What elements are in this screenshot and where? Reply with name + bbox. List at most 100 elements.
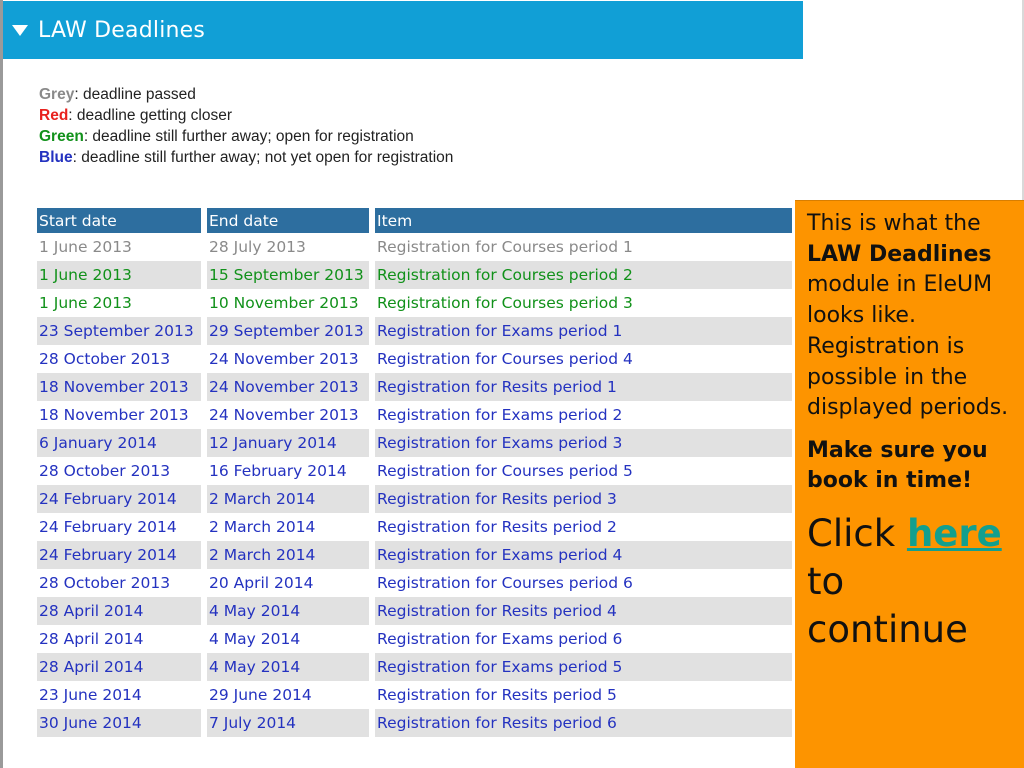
table-row: 23 June 2014 29 June 2014 Registration for… [37,681,792,709]
table-row: 28 April 2014 4 May 2014 Registration for … [37,653,792,681]
cell-end-date: 16 February 2014 [207,457,375,485]
cell-start-date: 1 June 2013 [37,233,207,261]
continue-link[interactable]: here [907,512,1002,555]
table-row: 28 October 2013 16 February 2014 Registrat… [37,457,792,485]
cell-start-date: 23 September 2013 [37,317,207,345]
cell-end-date: 4 May 2014 [207,653,375,681]
cell-item: Registration for Exams period 1 [375,317,792,345]
cell-item: Registration for Exams period 6 [377,630,623,648]
column-header-start-date: Start date [37,208,207,233]
cell-end-date: 10 November 2013 [207,289,375,317]
callout-cta-text: Click [807,511,907,555]
cell-item: Registration for Courses period 2 [375,261,792,289]
cell-item: Registration for Exams period 4 [375,541,792,569]
cell-item: Registration for Resits period 4 [375,597,792,625]
cell-end-date: 7 July 2014 [207,709,375,737]
table-row: 24 February 2014 2 March 2014 Registration… [37,513,792,541]
table-header-row: Start date End date Item [37,208,792,233]
cell-item: Registration for Exams period 3 [375,429,792,457]
cell-item: Registration for Resits period 1 [375,373,792,401]
table-row: 24 February 2014 2 March 2014 Registration… [37,485,792,513]
column-header-item: Item [375,208,792,233]
table-row: 28 April 2014 4 May 2014 Registration for … [37,625,792,653]
module-title[interactable]: LAW Deadlines [38,18,205,43]
legend-label: Red [39,107,69,124]
cell-end-date: 12 January 2014 [207,429,375,457]
legend-item-grey: Grey: deadline passed [39,84,453,105]
cell-end-date: 24 November 2013 [207,345,375,373]
cell-start-date: 24 February 2014 [37,513,207,541]
status-legend: Grey: deadline passed Red: deadline gett… [39,84,453,168]
module-header[interactable]: LAW Deadlines [3,1,803,59]
cell-start-date: 28 October 2013 [37,345,207,373]
cell-start-date: 24 February 2014 [37,485,207,513]
table-row: 30 June 2014 7 July 2014 Registration for … [37,709,792,737]
legend-desc: : deadline getting closer [68,107,233,124]
cell-item: Registration for Exams period 2 [377,406,623,424]
legend-label: Grey [39,86,75,103]
table-row: 28 October 2013 20 April 2014 Registration… [37,569,792,597]
cell-end-date: 29 June 2014 [207,681,375,709]
legend-desc: : deadline still further away; open for … [83,128,414,145]
cell-item: Registration for Courses period 1 [377,238,633,256]
cell-item: Registration for Courses period 4 [377,350,633,368]
cell-start-date: 18 November 2013 [37,401,207,429]
cell-start-date: 28 April 2014 [37,625,207,653]
legend-desc: : deadline still further away; not yet o… [72,149,454,166]
deadlines-table: Start date End date Item 1 June 2013 28 J… [37,208,792,737]
cell-item: Registration for Courses period 3 [377,294,633,312]
cell-item: Registration for Exams period 5 [375,653,792,681]
cell-end-date: 20 April 2014 [207,569,375,597]
legend-item-red: Red: deadline getting closer [39,105,453,126]
cell-item: Registration for Resits period 3 [375,485,792,513]
cell-start-date: 30 June 2014 [37,709,207,737]
cell-start-date: 23 June 2014 [37,681,207,709]
callout-description: This is what the LAW Deadlines module in… [807,209,1014,424]
cell-end-date: 4 May 2014 [207,597,375,625]
cell-start-date: 24 February 2014 [37,541,207,569]
table-row: 28 October 2013 24 November 2013 Registrat… [37,345,792,373]
callout-text: This is what the [807,211,981,236]
cell-start-date: 1 June 2013 [37,261,207,289]
callout-text: module in EleUM looks like. Registration… [807,272,1009,421]
legend-item-blue: Blue: deadline still further away; not y… [39,147,453,168]
table-row: 28 April 2014 4 May 2014 Registration for … [37,597,792,625]
collapse-triangle-icon[interactable] [12,25,28,37]
cell-start-date: 18 November 2013 [37,373,207,401]
cell-item: Registration for Courses period 6 [377,574,633,592]
legend-label: Blue [39,149,73,166]
table-row: 24 February 2014 2 March 2014 Registration… [37,541,792,569]
table-row: 1 June 2013 15 September 2013 Registration… [37,261,792,289]
table-row: 1 June 2013 10 November 2013 Registration … [37,289,792,317]
callout-cta-text: to continue [807,559,968,651]
info-callout: This is what the LAW Deadlines module in… [795,200,1024,768]
cell-item: Registration for Courses period 5 [377,462,633,480]
cell-end-date: 2 March 2014 [207,513,375,541]
table-row: 23 September 2013 29 September 2013 Regist… [37,317,792,345]
cell-start-date: 28 April 2014 [37,597,207,625]
cell-end-date: 2 March 2014 [207,541,375,569]
left-edge-border [0,0,3,768]
table-row: 1 June 2013 28 July 2013 Registration for … [37,233,792,261]
cell-start-date: 28 October 2013 [37,457,207,485]
cell-start-date: 28 October 2013 [37,569,207,597]
callout-module-name: LAW Deadlines [807,241,992,267]
table-row: 18 November 2013 24 November 2013 Registra… [37,373,792,401]
cell-end-date: 29 September 2013 [207,317,375,345]
cell-end-date: 15 September 2013 [207,261,375,289]
cell-start-date: 28 April 2014 [37,653,207,681]
column-header-end-date: End date [207,208,375,233]
cell-end-date: 24 November 2013 [207,373,375,401]
cell-item: Registration for Resits period 6 [375,709,792,737]
cell-end-date: 4 May 2014 [207,625,375,653]
legend-item-green: Green: deadline still further away; open… [39,126,453,147]
cell-end-date: 24 November 2013 [207,401,375,429]
cell-start-date: 6 January 2014 [37,429,207,457]
table-body: 1 June 2013 28 July 2013 Registration for … [37,233,792,737]
callout-cta: Click here to continue [807,510,1014,654]
legend-desc: : deadline passed [74,86,196,103]
table-row: 18 November 2013 24 November 2013 Registra… [37,401,792,429]
cell-item: Registration for Resits period 5 [377,686,617,704]
cell-end-date: 28 July 2013 [207,233,375,261]
legend-label: Green [39,128,84,145]
